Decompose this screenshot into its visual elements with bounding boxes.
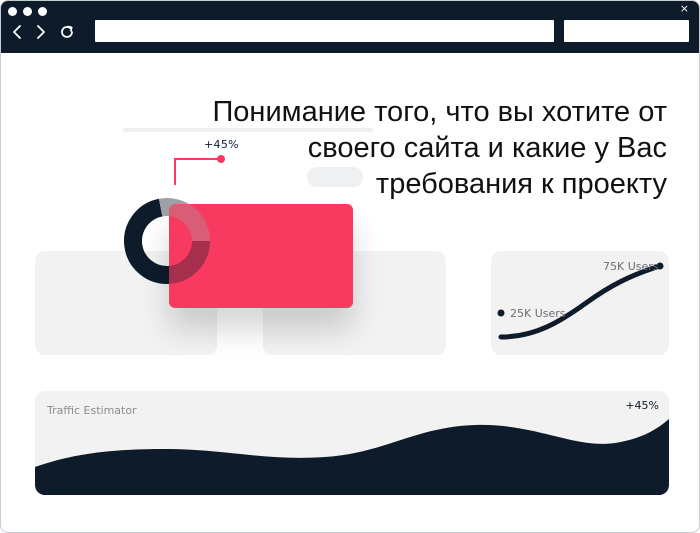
chevron-right-icon[interactable] bbox=[32, 24, 48, 40]
traffic-estimator-card: Traffic Estimator +45% bbox=[35, 391, 669, 495]
reload-icon[interactable] bbox=[59, 24, 75, 40]
window-dot-minimize[interactable] bbox=[23, 7, 32, 16]
headline-line-1: Понимание того, что вы хотите от bbox=[212, 96, 667, 128]
address-bar[interactable] bbox=[95, 20, 554, 42]
browser-window: × 75K Users 25K Users Понимание того, чт… bbox=[0, 0, 700, 533]
window-dot-maximize[interactable] bbox=[38, 7, 47, 16]
traffic-wave-fill bbox=[35, 419, 669, 495]
accent-card bbox=[169, 204, 353, 308]
close-icon[interactable]: × bbox=[680, 2, 689, 16]
users-low-point bbox=[497, 309, 505, 317]
donut-change-label: +45% bbox=[204, 138, 239, 151]
traffic-wave bbox=[35, 419, 669, 495]
users-growth-line bbox=[498, 263, 663, 340]
chevron-left-icon[interactable] bbox=[10, 24, 26, 40]
window-dot-close[interactable] bbox=[8, 7, 17, 16]
users-low-label: 25K Users bbox=[510, 307, 566, 320]
browser-search-input[interactable] bbox=[564, 20, 689, 42]
donut-connector bbox=[174, 158, 221, 185]
browser-toolbar: × bbox=[1, 1, 699, 53]
users-high-label: 75K Users bbox=[603, 260, 659, 273]
donut-connector-dot bbox=[217, 155, 225, 163]
